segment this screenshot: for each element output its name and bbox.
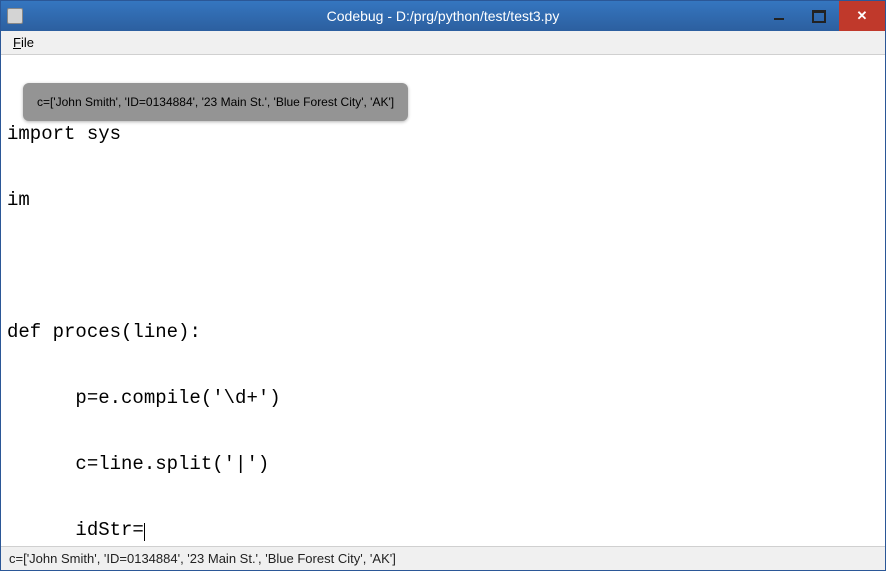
code-line: import sys	[7, 123, 879, 145]
code-line: im	[7, 189, 879, 211]
maximize-button[interactable]	[799, 1, 839, 31]
titlebar-left	[1, 8, 23, 24]
text-cursor	[144, 523, 145, 541]
code-line	[7, 255, 879, 277]
code-editor[interactable]: c=['John Smith', 'ID=0134884', '23 Main …	[1, 55, 885, 546]
close-button[interactable]	[839, 1, 885, 31]
window-controls	[759, 1, 885, 31]
status-text: c=['John Smith', 'ID=0134884', '23 Main …	[9, 551, 396, 566]
hover-tooltip: c=['John Smith', 'ID=0134884', '23 Main …	[23, 83, 408, 121]
titlebar[interactable]: Codebug - D:/prg/python/test/test3.py	[1, 1, 885, 31]
menu-file[interactable]: File	[7, 33, 40, 52]
window-title: Codebug - D:/prg/python/test/test3.py	[1, 8, 885, 24]
minimize-button[interactable]	[759, 1, 799, 31]
app-icon	[7, 8, 23, 24]
code-line: p=e.compile('\d+')	[7, 387, 879, 409]
statusbar: c=['John Smith', 'ID=0134884', '23 Main …	[1, 546, 885, 570]
menubar: File	[1, 31, 885, 55]
code-line: c=line.split('|')	[7, 453, 879, 475]
code-line: idStr=	[7, 519, 879, 541]
code-line: def proces(line):	[7, 321, 879, 343]
app-window: Codebug - D:/prg/python/test/test3.py Fi…	[0, 0, 886, 571]
